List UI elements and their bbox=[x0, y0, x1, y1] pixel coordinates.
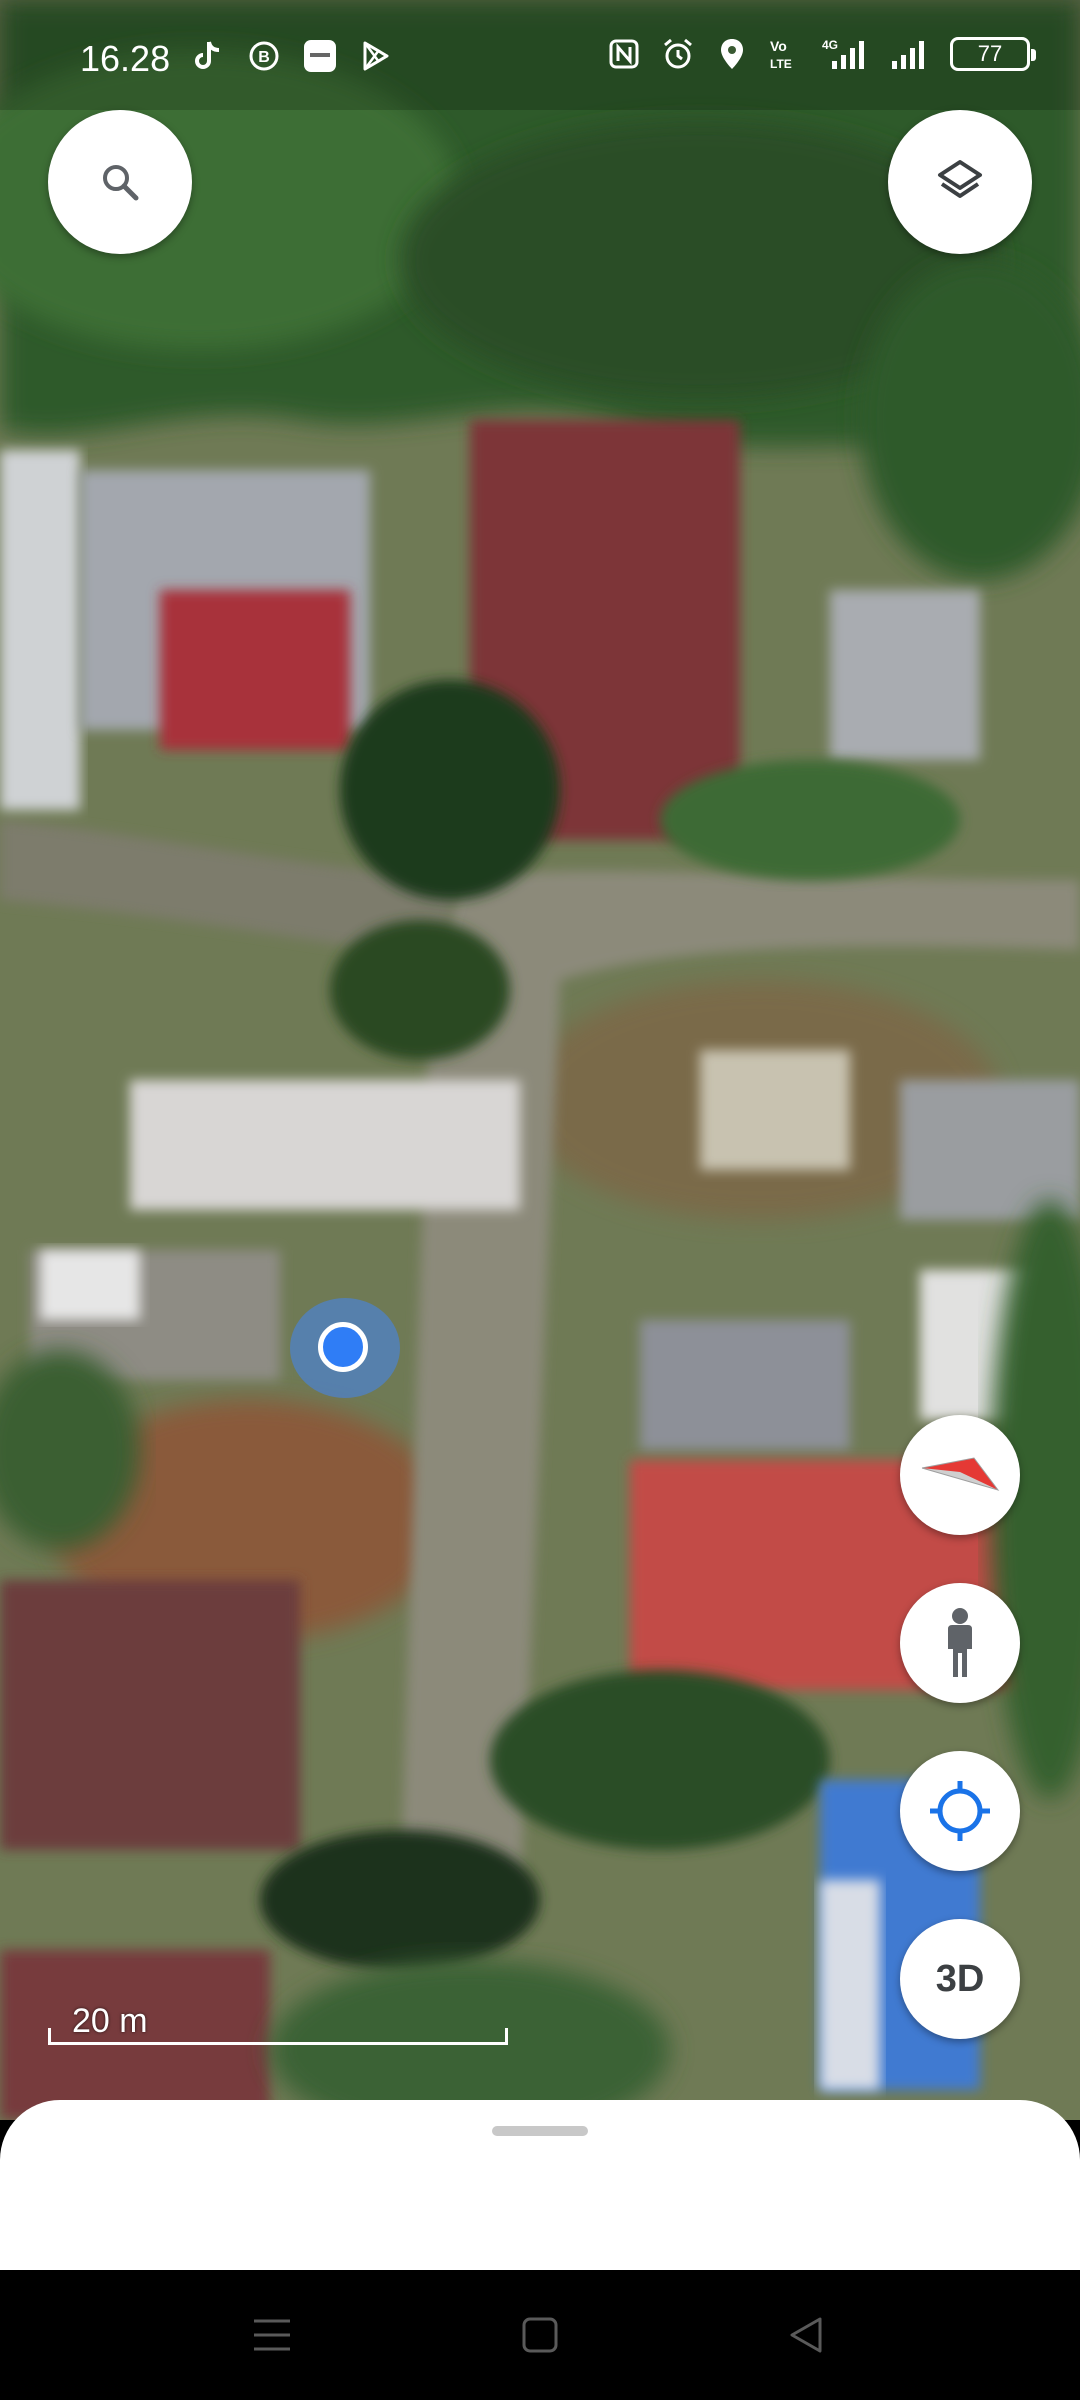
pegman-icon bbox=[948, 1608, 972, 1677]
drag-handle[interactable] bbox=[492, 2126, 588, 2136]
status-time: 16.28 bbox=[80, 38, 171, 79]
compass-button[interactable] bbox=[900, 1415, 1020, 1535]
search-button[interactable] bbox=[48, 110, 192, 254]
compass-icon bbox=[921, 1457, 1000, 1491]
current-location-dot[interactable] bbox=[318, 1322, 368, 1372]
home-icon bbox=[522, 2317, 558, 2353]
home-button[interactable] bbox=[510, 2310, 570, 2360]
bottom-sheet[interactable] bbox=[0, 2100, 1080, 2270]
alarm-icon bbox=[660, 36, 696, 72]
signal-4g-icon: 4G bbox=[822, 36, 870, 72]
svg-text:Vo: Vo bbox=[770, 38, 787, 54]
status-left-icons: B bbox=[190, 38, 394, 74]
volte-icon: Vo LTE bbox=[768, 36, 804, 72]
back-icon bbox=[790, 2317, 822, 2353]
svg-text:LTE: LTE bbox=[770, 57, 792, 71]
menu-button[interactable] bbox=[242, 2310, 302, 2360]
svg-text:4G: 4G bbox=[822, 38, 838, 52]
play-store-icon bbox=[358, 38, 394, 74]
status-bar: 16.28 B Vo LTE 4G 77 bbox=[0, 0, 1080, 110]
battery-indicator: 77 bbox=[950, 37, 1036, 71]
layers-icon bbox=[938, 160, 982, 198]
menu-icon bbox=[254, 2319, 290, 2351]
b-circle-icon: B bbox=[246, 38, 282, 74]
3d-toggle-button[interactable]: 3D bbox=[900, 1919, 1020, 2039]
street-view-button[interactable] bbox=[900, 1583, 1020, 1703]
location-pin-icon bbox=[714, 36, 750, 72]
tiktok-icon bbox=[190, 38, 226, 74]
scale-line bbox=[48, 2042, 508, 2045]
navigation-bar bbox=[0, 2270, 1080, 2400]
my-location-button[interactable] bbox=[900, 1751, 1020, 1871]
layers-button[interactable] bbox=[888, 110, 1032, 254]
my-location-icon bbox=[930, 1781, 990, 1841]
search-icon bbox=[103, 165, 139, 201]
scale-label: 20 m bbox=[72, 2002, 148, 2040]
scale-tick-right bbox=[505, 2028, 508, 2045]
status-right-icons: Vo LTE 4G 77 bbox=[606, 36, 1036, 72]
app-badge-icon bbox=[302, 38, 338, 74]
back-button[interactable] bbox=[776, 2310, 836, 2360]
svg-text:B: B bbox=[258, 49, 270, 66]
signal-icon bbox=[888, 36, 932, 72]
map-scale-bar: 20 m bbox=[48, 2002, 508, 2046]
scale-tick-left bbox=[48, 2028, 51, 2045]
nfc-icon bbox=[606, 36, 642, 72]
